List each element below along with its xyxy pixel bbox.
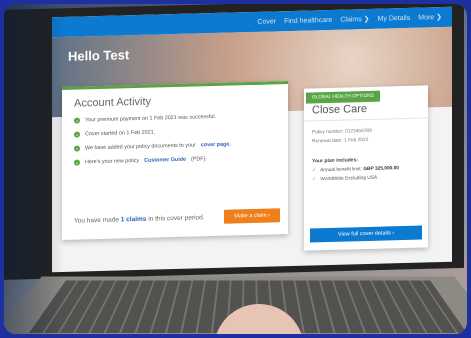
policy-number: Policy number: 0123456789 — [312, 128, 372, 136]
plan-includes-label: Your plan includes: — [312, 157, 359, 165]
laptop-screen: Cover Find healthcare Claims ❯ My Detail… — [52, 6, 452, 273]
activity-item: ✓ Cover started on 1 Feb 2021. — [74, 126, 278, 138]
nav-more[interactable]: More ❯ — [418, 13, 442, 22]
claims-suffix: in this cover period. — [148, 213, 205, 223]
activity-suffix: (PDF). — [191, 156, 207, 163]
view-cover-button[interactable]: View full cover details › — [310, 225, 422, 243]
close-care-card: GLOBAL HEALTH OPTIONS Close Care Policy … — [304, 85, 428, 251]
activity-item: ✓ We have added your policy documents to… — [74, 140, 278, 152]
foreground-shadow — [4, 4, 64, 334]
claims-summary: You have made 1 claims in this cover per… — [74, 206, 280, 229]
renewal-date: Renewal date: 1 Feb 2022 — [312, 137, 369, 145]
customer-guide-link[interactable]: Customer Guide — [144, 157, 186, 164]
nav-cover[interactable]: Cover — [257, 18, 276, 25]
activity-text: Here's your new policy — [85, 157, 140, 166]
activity-list: ✓ Your premium payment on 1 Feb 2021 was… — [74, 112, 278, 166]
account-activity-card: Account Activity ✓ Your premium payment … — [62, 81, 288, 240]
cover-page-link[interactable]: cover page. — [201, 142, 231, 149]
benefit-label: Annual benefit limit: — [320, 167, 362, 174]
activity-text: Your premium payment on 1 Feb 2021 was s… — [85, 113, 217, 124]
nav-claims[interactable]: Claims ❯ — [340, 15, 369, 24]
plan-badge: GLOBAL HEALTH OPTIONS — [306, 90, 380, 104]
claims-prefix: You have made — [74, 215, 119, 225]
account-activity-title: Account Activity — [74, 95, 152, 110]
claims-text: You have made 1 claims in this cover per… — [74, 214, 205, 224]
coverage-area: WorldWide Excluding USA — [320, 175, 378, 183]
nav-find-healthcare[interactable]: Find healthcare — [284, 16, 332, 24]
activity-text: We have added your policy documents to y… — [85, 142, 196, 152]
plan-title: Close Care — [312, 102, 368, 117]
benefit-limit-line: ✓ Annual benefit limit: GBP 325,000.00 — [312, 166, 399, 173]
check-icon: ✓ — [312, 177, 317, 183]
coverage-line: ✓ WorldWide Excluding USA — [312, 176, 377, 183]
activity-text: Cover started on 1 Feb 2021. — [85, 129, 156, 138]
claims-count-link[interactable]: 1 claims — [121, 215, 147, 223]
nav-my-details[interactable]: My Details — [378, 14, 411, 22]
check-icon: ✓ — [312, 168, 317, 174]
check-circle-icon: ✓ — [74, 145, 80, 152]
divider — [304, 117, 428, 122]
benefit-value: GBP 325,000.00 — [363, 166, 399, 173]
check-circle-icon: ✓ — [74, 131, 80, 138]
greeting-heading: Hello Test — [68, 47, 130, 64]
photo-frame: Cover Find healthcare Claims ❯ My Detail… — [4, 4, 467, 334]
check-circle-icon: ✓ — [74, 117, 80, 124]
check-circle-icon: ✓ — [74, 159, 80, 166]
activity-item: ✓ Your premium payment on 1 Feb 2021 was… — [74, 112, 278, 124]
activity-item: ✓ Here's your new policy Customer Guide … — [74, 154, 278, 166]
make-claim-button[interactable]: Make a claim › — [224, 208, 280, 224]
